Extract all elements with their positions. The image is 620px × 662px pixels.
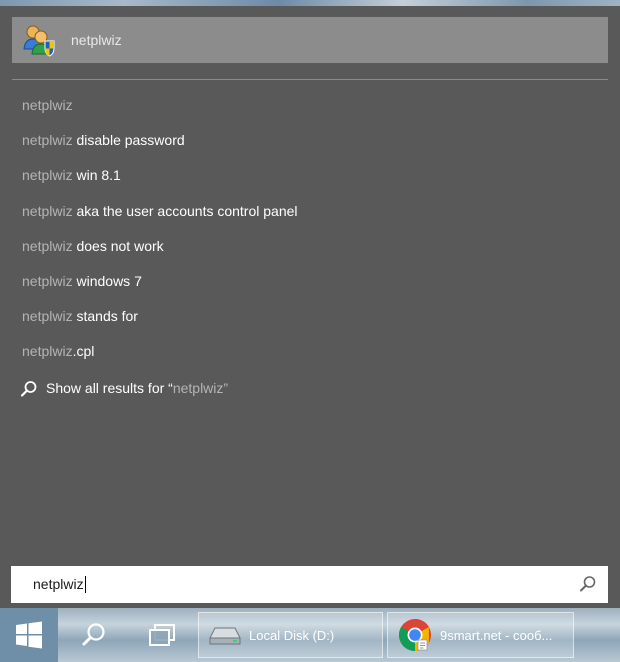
suggestion-rest: stands for [72,308,138,325]
suggestion-item[interactable]: netplwiz does not work [0,229,620,264]
suggestion-item[interactable]: netplwiz disable password [0,123,620,158]
suggestion-item[interactable]: netplwiz [0,88,620,123]
windows-logo-icon [16,621,42,649]
suggestion-query: netplwiz [22,343,73,360]
show-all-prefix: Show all results for “ [46,380,173,396]
taskbar: Local Disk (D:) 9smart.net - сооб... [0,608,620,662]
search-query-value: netplwiz [33,575,84,592]
suggestion-query: netplwiz [22,237,73,254]
show-all-results-link[interactable]: Show all results for “netplwiz” [0,371,228,406]
search-panel: netplwiz netplwiz netplwiz disable passw… [0,6,620,608]
task-view-icon [149,624,175,646]
suggestion-rest: does not work [72,237,164,254]
suggestion-rest: .cpl [72,343,95,360]
suggestion-query: netplwiz [22,308,73,325]
suggestion-item[interactable]: netplwiz stands for [0,299,620,334]
top-result-label: netplwiz [71,32,122,48]
suggestion-item[interactable]: netplwiz aka the user accounts control p… [0,194,620,229]
show-all-suffix: ” [223,380,229,396]
search-icon [82,623,105,646]
suggestion-query: netplwiz [22,97,73,113]
suggestion-list: netplwiz netplwiz disable password netpl… [0,88,620,370]
suggestion-rest: windows 7 [72,272,142,289]
suggestion-rest: disable password [72,132,185,149]
top-result-netplwiz[interactable]: netplwiz [12,17,608,63]
taskbar-app-chrome[interactable]: 9smart.net - сооб... [387,612,574,658]
taskbar-app-label: 9smart.net - сооб... [440,627,553,643]
taskbar-empty-area [578,608,620,662]
suggestion-query: netplwiz [22,132,73,149]
suggestion-item[interactable]: netplwiz.cpl [0,334,620,369]
suggestion-item[interactable]: netplwiz win 8.1 [0,158,620,193]
chrome-icon [399,618,431,652]
suggestion-query: netplwiz [22,167,73,184]
start-button[interactable] [0,608,58,662]
task-view-button[interactable] [130,608,194,662]
taskbar-app-local-disk[interactable]: Local Disk (D:) [198,612,383,658]
suggestion-rest: aka the user accounts control panel [72,202,298,219]
divider [12,79,608,80]
suggestion-query: netplwiz [22,202,73,219]
suggestion-rest: win 8.1 [72,167,121,184]
suggestion-query: netplwiz [22,272,73,289]
drive-icon [209,627,241,645]
taskbar-search-button[interactable] [62,608,126,662]
search-input-text: netplwiz [33,576,86,594]
search-input[interactable]: netplwiz [11,566,608,603]
search-icon[interactable] [579,575,597,593]
user-accounts-icon [21,22,57,58]
suggestion-item[interactable]: netplwiz windows 7 [0,264,620,299]
search-icon [20,380,37,397]
show-all-query: netplwiz [172,380,224,396]
text-caret [84,576,86,594]
taskbar-app-label: Local Disk (D:) [249,627,335,643]
